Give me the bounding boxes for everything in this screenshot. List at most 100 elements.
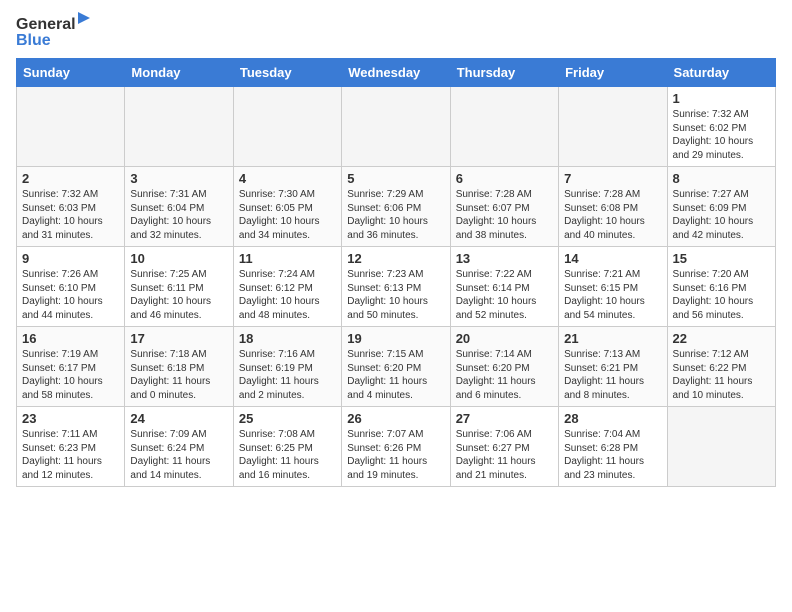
logo-icon-wrapper: General — [16, 16, 76, 34]
day-info: Sunrise: 7:22 AM Sunset: 6:14 PM Dayligh… — [456, 268, 553, 322]
day-number: 21 — [564, 331, 661, 346]
day-number: 11 — [239, 251, 336, 266]
day-number: 6 — [456, 171, 553, 186]
logo: General Blue — [16, 16, 76, 50]
calendar-day-cell — [233, 87, 341, 167]
day-number: 5 — [347, 171, 444, 186]
calendar-week-row: 1 Sunrise: 7:32 AM Sunset: 6:02 PM Daylig… — [17, 87, 776, 167]
day-number: 8 — [673, 171, 770, 186]
day-number: 24 — [130, 411, 227, 426]
calendar-day-cell: 17 Sunrise: 7:18 AM Sunset: 6:18 PM Dayli… — [125, 327, 233, 407]
day-info: Sunrise: 7:30 AM Sunset: 6:05 PM Dayligh… — [239, 188, 336, 242]
calendar-day-cell: 20Sunrise: 7:14 AM Sunset: 6:20 PM Dayli… — [450, 327, 558, 407]
calendar-day-cell: 15 Sunrise: 7:20 AM Sunset: 6:16 PM Dayli… — [667, 247, 775, 327]
day-info: Sunrise: 7:14 AM Sunset: 6:20 PM Dayligh… — [456, 348, 553, 402]
day-info: Sunrise: 7:13 AM Sunset: 6:21 PM Dayligh… — [564, 348, 661, 402]
day-info: Sunrise: 7:20 AM Sunset: 6:16 PM Dayligh… — [673, 268, 770, 322]
calendar-day-cell: 11 Sunrise: 7:24 AM Sunset: 6:12 PM Dayli… — [233, 247, 341, 327]
day-number: 9 — [22, 251, 119, 266]
day-number: 15 — [673, 251, 770, 266]
day-number: 17 — [130, 331, 227, 346]
day-info: Sunrise: 7:21 AM Sunset: 6:15 PM Dayligh… — [564, 268, 661, 322]
day-info: Sunrise: 7:23 AM Sunset: 6:13 PM Dayligh… — [347, 268, 444, 322]
calendar-day-header: Monday — [125, 59, 233, 87]
day-info: Sunrise: 7:28 AM Sunset: 6:07 PM Dayligh… — [456, 188, 553, 242]
day-number: 18 — [239, 331, 336, 346]
calendar-day-cell — [667, 407, 775, 487]
day-info: Sunrise: 7:27 AM Sunset: 6:09 PM Dayligh… — [673, 188, 770, 242]
calendar-day-cell — [450, 87, 558, 167]
calendar-week-row: 16 Sunrise: 7:19 AM Sunset: 6:17 PM Dayli… — [17, 327, 776, 407]
day-info: Sunrise: 7:28 AM Sunset: 6:08 PM Dayligh… — [564, 188, 661, 242]
day-number: 23 — [22, 411, 119, 426]
calendar-day-cell: 13 Sunrise: 7:22 AM Sunset: 6:14 PM Dayli… — [450, 247, 558, 327]
calendar-day-header: Saturday — [667, 59, 775, 87]
calendar-day-cell: 18 Sunrise: 7:16 AM Sunset: 6:19 PM Dayli… — [233, 327, 341, 407]
calendar-day-cell: 7 Sunrise: 7:28 AM Sunset: 6:08 PM Daylig… — [559, 167, 667, 247]
day-info: Sunrise: 7:12 AM Sunset: 6:22 PM Dayligh… — [673, 348, 770, 402]
calendar-day-cell — [559, 87, 667, 167]
calendar-day-header: Tuesday — [233, 59, 341, 87]
calendar-day-cell: 23 Sunrise: 7:11 AM Sunset: 6:23 PM Dayli… — [17, 407, 125, 487]
calendar-day-cell: 2 Sunrise: 7:32 AM Sunset: 6:03 PM Daylig… — [17, 167, 125, 247]
calendar-day-cell: 26Sunrise: 7:07 AM Sunset: 6:26 PM Dayli… — [342, 407, 450, 487]
day-info: Sunrise: 7:31 AM Sunset: 6:04 PM Dayligh… — [130, 188, 227, 242]
day-number: 2 — [22, 171, 119, 186]
day-number: 19 — [347, 331, 444, 346]
calendar-day-cell: 1 Sunrise: 7:32 AM Sunset: 6:02 PM Daylig… — [667, 87, 775, 167]
day-info: Sunrise: 7:07 AM Sunset: 6:26 PM Dayligh… — [347, 428, 444, 482]
calendar-day-cell: 25 Sunrise: 7:08 AM Sunset: 6:25 PM Dayli… — [233, 407, 341, 487]
day-info: Sunrise: 7:16 AM Sunset: 6:19 PM Dayligh… — [239, 348, 336, 402]
calendar-day-cell: 4 Sunrise: 7:30 AM Sunset: 6:05 PM Daylig… — [233, 167, 341, 247]
calendar-day-header: Sunday — [17, 59, 125, 87]
day-info: Sunrise: 7:08 AM Sunset: 6:25 PM Dayligh… — [239, 428, 336, 482]
day-info: Sunrise: 7:11 AM Sunset: 6:23 PM Dayligh… — [22, 428, 119, 482]
day-number: 4 — [239, 171, 336, 186]
day-info: Sunrise: 7:32 AM Sunset: 6:03 PM Dayligh… — [22, 188, 119, 242]
calendar-day-cell: 14 Sunrise: 7:21 AM Sunset: 6:15 PM Dayli… — [559, 247, 667, 327]
calendar-header-row: SundayMondayTuesdayWednesdayThursdayFrid… — [17, 59, 776, 87]
calendar-table: SundayMondayTuesdayWednesdayThursdayFrid… — [16, 58, 776, 487]
calendar-day-cell: 10 Sunrise: 7:25 AM Sunset: 6:11 PM Dayli… — [125, 247, 233, 327]
day-number: 7 — [564, 171, 661, 186]
page-header: General Blue — [16, 16, 776, 50]
day-info: Sunrise: 7:19 AM Sunset: 6:17 PM Dayligh… — [22, 348, 119, 402]
calendar-week-row: 9 Sunrise: 7:26 AM Sunset: 6:10 PM Daylig… — [17, 247, 776, 327]
calendar-day-cell: 21 Sunrise: 7:13 AM Sunset: 6:21 PM Dayli… — [559, 327, 667, 407]
day-number: 13 — [456, 251, 553, 266]
calendar-day-cell: 28 Sunrise: 7:04 AM Sunset: 6:28 PM Dayli… — [559, 407, 667, 487]
day-number: 25 — [239, 411, 336, 426]
day-info: Sunrise: 7:24 AM Sunset: 6:12 PM Dayligh… — [239, 268, 336, 322]
day-info: Sunrise: 7:25 AM Sunset: 6:11 PM Dayligh… — [130, 268, 227, 322]
calendar-day-header: Wednesday — [342, 59, 450, 87]
day-info: Sunrise: 7:32 AM Sunset: 6:02 PM Dayligh… — [673, 108, 770, 162]
calendar-week-row: 2 Sunrise: 7:32 AM Sunset: 6:03 PM Daylig… — [17, 167, 776, 247]
calendar-day-cell: 24Sunrise: 7:09 AM Sunset: 6:24 PM Dayli… — [125, 407, 233, 487]
calendar-day-cell: 12 Sunrise: 7:23 AM Sunset: 6:13 PM Dayli… — [342, 247, 450, 327]
calendar-day-header: Friday — [559, 59, 667, 87]
day-number: 10 — [130, 251, 227, 266]
calendar-day-header: Thursday — [450, 59, 558, 87]
day-number: 27 — [456, 411, 553, 426]
calendar-day-cell: 22 Sunrise: 7:12 AM Sunset: 6:22 PM Dayli… — [667, 327, 775, 407]
day-info: Sunrise: 7:18 AM Sunset: 6:18 PM Dayligh… — [130, 348, 227, 402]
day-number: 22 — [673, 331, 770, 346]
day-number: 12 — [347, 251, 444, 266]
day-number: 16 — [22, 331, 119, 346]
day-info: Sunrise: 7:26 AM Sunset: 6:10 PM Dayligh… — [22, 268, 119, 322]
logo-flag-icon — [76, 12, 92, 28]
calendar-day-cell — [17, 87, 125, 167]
logo-blue-text: Blue — [16, 32, 51, 50]
calendar-day-cell: 16 Sunrise: 7:19 AM Sunset: 6:17 PM Dayli… — [17, 327, 125, 407]
day-number: 28 — [564, 411, 661, 426]
logo-text-general: General — [16, 16, 76, 33]
day-info: Sunrise: 7:04 AM Sunset: 6:28 PM Dayligh… — [564, 428, 661, 482]
day-number: 1 — [673, 91, 770, 106]
day-number: 14 — [564, 251, 661, 266]
logo-container: General — [16, 16, 76, 34]
calendar-day-cell: 19Sunrise: 7:15 AM Sunset: 6:20 PM Dayli… — [342, 327, 450, 407]
calendar-day-cell — [342, 87, 450, 167]
day-info: Sunrise: 7:29 AM Sunset: 6:06 PM Dayligh… — [347, 188, 444, 242]
calendar-day-cell — [125, 87, 233, 167]
calendar-day-cell: 9 Sunrise: 7:26 AM Sunset: 6:10 PM Daylig… — [17, 247, 125, 327]
